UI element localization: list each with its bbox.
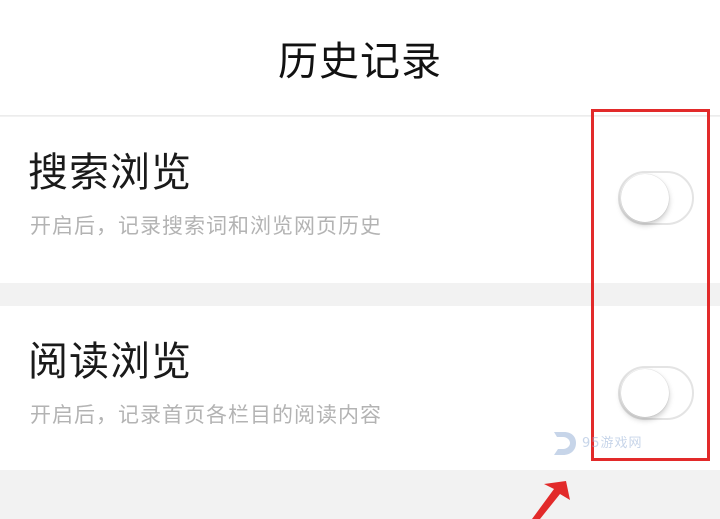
setting-description-reading-browsing: 开启后，记录首页各栏目的阅读内容 — [30, 403, 382, 427]
reading-browsing-toggle[interactable] — [618, 366, 694, 420]
page-title: 历史记录 — [278, 39, 442, 85]
history-settings-screen: 历史记录 搜索浏览 开启后，记录搜索词和浏览网页历史 阅读浏览 开启后，记录首页… — [0, 0, 720, 519]
search-browsing-toggle[interactable] — [618, 171, 694, 225]
setting-row-search-browsing: 搜索浏览 开启后，记录搜索词和浏览网页历史 — [0, 117, 720, 283]
toggle-knob — [621, 369, 669, 417]
setting-row-reading-browsing: 阅读浏览 开启后，记录首页各栏目的阅读内容 — [0, 306, 720, 470]
setting-title-reading-browsing: 阅读浏览 — [28, 339, 192, 385]
nav-bar: 历史记录 — [0, 0, 720, 116]
toggle-knob — [621, 174, 669, 222]
annotation-arrow-icon — [532, 481, 570, 519]
setting-title-search-browsing: 搜索浏览 — [28, 150, 192, 196]
setting-description-search-browsing: 开启后，记录搜索词和浏览网页历史 — [30, 214, 382, 238]
